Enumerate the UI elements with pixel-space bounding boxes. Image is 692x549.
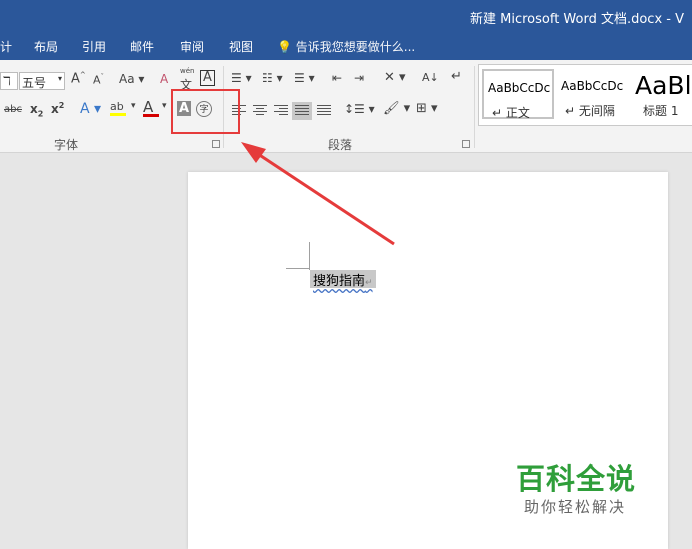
annotation-arrow-icon — [241, 142, 395, 246]
